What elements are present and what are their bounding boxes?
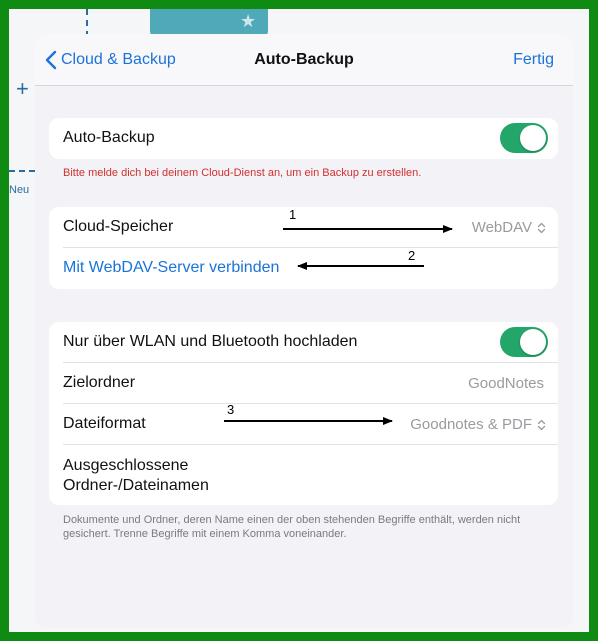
annotation-number-3: 3 (227, 402, 235, 417)
file-format-select[interactable]: Goodnotes & PDF (410, 416, 546, 433)
auto-backup-label: Auto-Backup (63, 129, 155, 146)
chevron-up-down-icon (537, 222, 546, 233)
file-format-row[interactable]: Dateiformat Goodnotes & PDF (63, 404, 558, 445)
connect-webdav-link[interactable]: Mit WebDAV-Server verbinden (63, 259, 279, 277)
star-icon: ★ (240, 11, 257, 31)
annotation-number-2: 2 (408, 248, 416, 263)
toggle-knob (520, 329, 546, 355)
auto-backup-group: Auto-Backup (49, 118, 558, 159)
cloud-storage-select[interactable]: WebDAV (472, 219, 546, 236)
wifi-only-toggle[interactable] (500, 327, 548, 357)
target-folder-label: Zielordner (63, 374, 136, 391)
target-folder-row[interactable]: Zielordner GoodNotes (63, 363, 558, 404)
wifi-only-row: Nur über WLAN und Bluetooth hochladen (63, 322, 558, 363)
excluded-names-label-line1: Ausgeschlossene (63, 457, 189, 474)
settings-group: Nur über WLAN und Bluetooth hochladen Zi… (49, 322, 558, 505)
connect-webdav-row[interactable]: Mit WebDAV-Server verbinden (63, 248, 558, 289)
cloud-group: Cloud-Speicher WebDAV Mit WebDAV-Server … (49, 207, 558, 289)
plus-icon: + (16, 76, 29, 101)
cloud-storage-label: Cloud-Speicher (63, 218, 174, 235)
excluded-names-label: Ausgeschlossene Ordner-/Dateinamen (63, 456, 209, 496)
excluded-names-footer: Dokumente und Ordner, deren Name einen d… (63, 514, 521, 540)
dashed-guide-vertical (86, 9, 88, 37)
cloud-storage-value: WebDAV (471, 219, 532, 236)
wifi-only-label: Nur über WLAN und Bluetooth hochladen (63, 333, 358, 350)
file-format-label: Dateiformat (63, 415, 146, 432)
file-format-value: Goodnotes & PDF (410, 416, 532, 433)
login-error-message: Bitte melde dich bei deinem Cloud-Dienst… (63, 167, 422, 179)
auto-backup-toggle[interactable] (500, 123, 548, 153)
dashed-guide-horizontal (9, 170, 35, 172)
target-folder-value: GoodNotes (468, 375, 544, 392)
page-title: Auto-Backup (254, 51, 354, 68)
annotation-number-1: 1 (289, 207, 297, 222)
auto-backup-row: Auto-Backup (63, 118, 558, 159)
chevron-up-down-icon (537, 419, 546, 430)
toggle-knob (520, 125, 546, 151)
cloud-storage-row[interactable]: Cloud-Speicher WebDAV (63, 207, 558, 248)
navigation-bar: Cloud & Backup Auto-Backup Fertig (35, 34, 573, 86)
done-button[interactable]: Fertig (513, 51, 554, 69)
new-document-label: Neu (9, 184, 30, 196)
auto-backup-sheet: Cloud & Backup Auto-Backup Fertig Auto-B… (35, 34, 573, 628)
excluded-names-row[interactable]: Ausgeschlossene Ordner-/Dateinamen (63, 445, 558, 505)
excluded-names-label-line2: Ordner-/Dateinamen (63, 477, 209, 494)
